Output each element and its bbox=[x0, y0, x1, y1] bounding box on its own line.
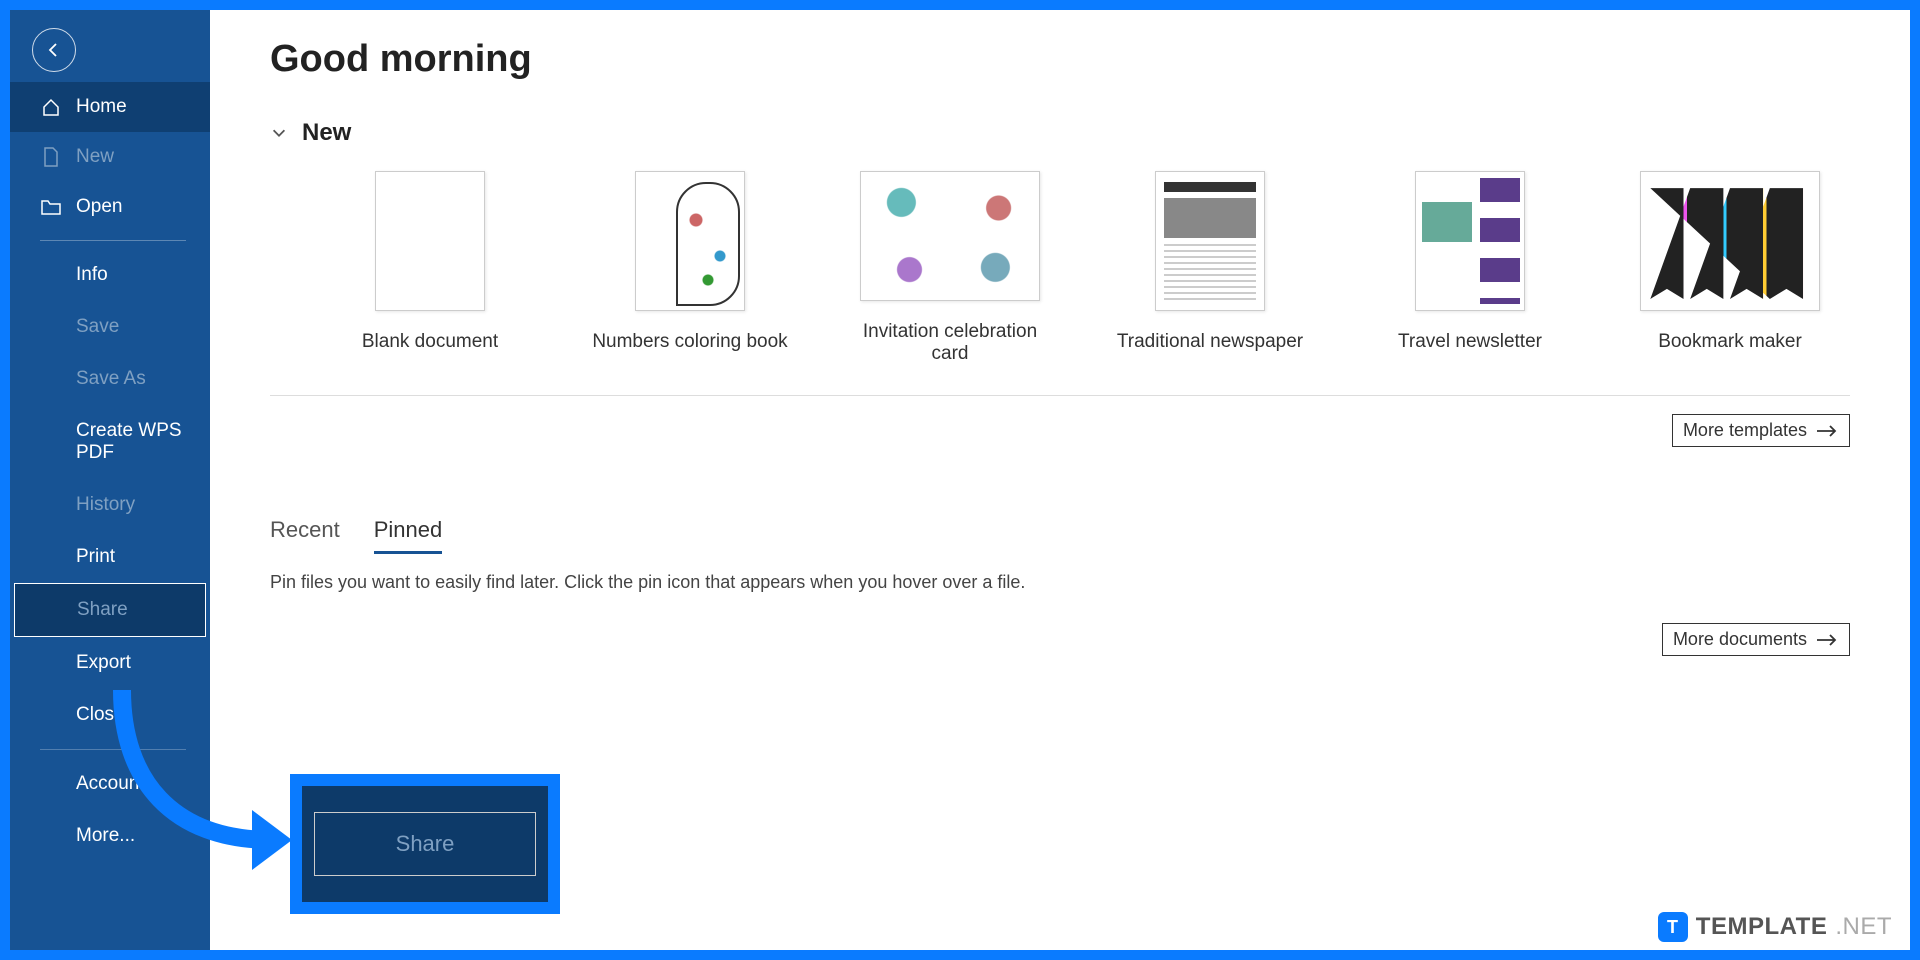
new-section-title: New bbox=[302, 119, 351, 147]
template-label: Blank document bbox=[362, 331, 498, 353]
sidebar-item-save-as[interactable]: Save As bbox=[10, 353, 210, 405]
divider bbox=[40, 749, 186, 750]
callout-inner: Share bbox=[302, 786, 548, 902]
templates-row: Blank document Numbers coloring book Inv… bbox=[270, 171, 1850, 365]
sidebar-label-new: New bbox=[76, 146, 114, 168]
template-bookmark-maker[interactable]: Bookmark maker bbox=[1630, 171, 1830, 365]
greeting-title: Good morning bbox=[270, 38, 1850, 81]
watermark: T TEMPLATE.NET bbox=[1658, 912, 1892, 942]
pinned-hint-text: Pin files you want to easily find later.… bbox=[270, 572, 1850, 593]
template-traditional-newspaper[interactable]: Traditional newspaper bbox=[1110, 171, 1310, 365]
watermark-brand: TEMPLATE bbox=[1696, 913, 1828, 941]
template-thumbnail bbox=[1415, 171, 1525, 311]
template-label: Numbers coloring book bbox=[592, 331, 787, 353]
template-thumbnail bbox=[1640, 171, 1820, 311]
watermark-suffix: .NET bbox=[1835, 913, 1892, 941]
sidebar-item-history[interactable]: History bbox=[10, 479, 210, 531]
sidebar-item-more[interactable]: More... bbox=[10, 810, 210, 862]
callout-share-button[interactable]: Share bbox=[314, 812, 536, 876]
template-travel-newsletter[interactable]: Travel newsletter bbox=[1370, 171, 1570, 365]
tab-recent[interactable]: Recent bbox=[270, 517, 340, 554]
more-documents-link[interactable]: More documents bbox=[1662, 623, 1850, 656]
more-templates-link[interactable]: More templates bbox=[1672, 414, 1850, 447]
sidebar-item-account[interactable]: Account bbox=[10, 758, 210, 810]
sidebar-label-home: Home bbox=[76, 96, 127, 118]
template-blank-document[interactable]: Blank document bbox=[330, 171, 530, 365]
file-menu-sidebar: Home New Open Info Save Save As Create W… bbox=[10, 10, 210, 950]
divider bbox=[270, 395, 1850, 396]
more-documents-label: More documents bbox=[1673, 629, 1807, 650]
sidebar-item-share[interactable]: Share bbox=[14, 583, 206, 637]
sidebar-item-close[interactable]: Close bbox=[10, 689, 210, 741]
sidebar-item-home[interactable]: Home bbox=[10, 82, 210, 132]
sidebar-item-print[interactable]: Print bbox=[10, 531, 210, 583]
chevron-down-icon bbox=[270, 124, 288, 142]
sidebar-item-info[interactable]: Info bbox=[10, 249, 210, 301]
document-icon bbox=[40, 146, 62, 168]
template-numbers-coloring-book[interactable]: Numbers coloring book bbox=[590, 171, 790, 365]
folder-open-icon bbox=[40, 196, 62, 218]
sidebar-item-create-wps-pdf[interactable]: Create WPS PDF bbox=[10, 405, 210, 479]
template-thumbnail bbox=[860, 171, 1040, 301]
template-label: Travel newsletter bbox=[1398, 331, 1542, 353]
sidebar-item-export[interactable]: Export bbox=[10, 637, 210, 689]
template-thumbnail bbox=[1155, 171, 1265, 311]
template-label: Bookmark maker bbox=[1658, 331, 1802, 353]
share-callout: Share bbox=[290, 774, 560, 914]
arrow-right-icon bbox=[1817, 633, 1839, 647]
arrow-left-icon bbox=[44, 40, 64, 60]
sidebar-label-open: Open bbox=[76, 196, 122, 218]
template-thumbnail bbox=[375, 171, 485, 311]
template-label: Invitation celebration card bbox=[850, 321, 1050, 365]
arrow-right-icon bbox=[1817, 424, 1839, 438]
sidebar-item-open[interactable]: Open bbox=[10, 182, 210, 232]
divider bbox=[40, 240, 186, 241]
documents-tabs: Recent Pinned bbox=[270, 517, 1850, 554]
tab-pinned[interactable]: Pinned bbox=[374, 517, 443, 554]
watermark-badge-icon: T bbox=[1658, 912, 1688, 942]
template-invitation-card[interactable]: Invitation celebration card bbox=[850, 171, 1050, 365]
new-section-header[interactable]: New bbox=[270, 119, 1850, 147]
template-label: Traditional newspaper bbox=[1117, 331, 1303, 353]
sidebar-item-new[interactable]: New bbox=[10, 132, 210, 182]
sidebar-item-save[interactable]: Save bbox=[10, 301, 210, 353]
home-icon bbox=[40, 96, 62, 118]
more-templates-label: More templates bbox=[1683, 420, 1807, 441]
template-thumbnail bbox=[635, 171, 745, 311]
back-button[interactable] bbox=[32, 28, 76, 72]
